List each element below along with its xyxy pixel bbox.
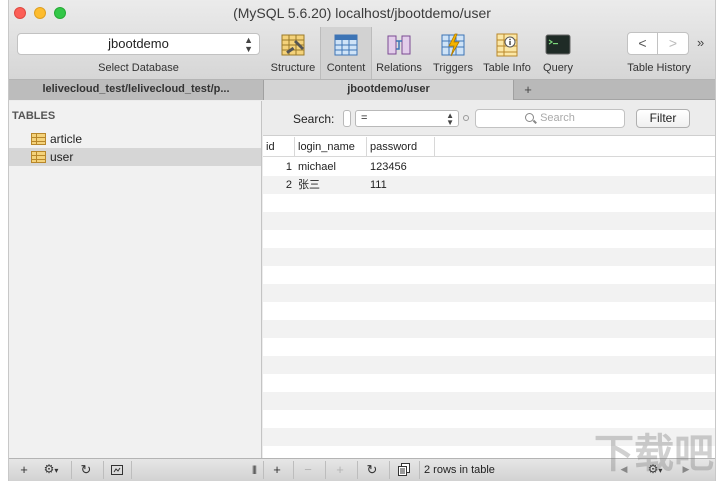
- query-button[interactable]: Query: [536, 27, 580, 79]
- tool-label: Query: [543, 62, 573, 74]
- tool-label: Triggers: [433, 62, 473, 74]
- field-select[interactable]: [343, 110, 351, 127]
- column-header-login-name[interactable]: login_name: [295, 137, 367, 157]
- filter-options-icon[interactable]: [463, 115, 469, 121]
- titlebar: (MySQL 5.6.20) localhost/jbootdemo/user …: [9, 0, 715, 80]
- database-select-label: Select Database: [98, 62, 179, 74]
- table-row[interactable]: 1 michael 123456: [263, 158, 715, 176]
- watermark-logo: 下载吧: [594, 431, 714, 477]
- tab-lelivecloud[interactable]: lelivecloud_test/lelivecloud_test/p...: [9, 80, 264, 100]
- divider: [357, 461, 358, 479]
- table-icon: [31, 133, 46, 145]
- operator-value: =: [361, 112, 368, 124]
- table-history-label: Table History: [627, 62, 691, 74]
- grid-stripes: [263, 158, 715, 458]
- divider: [71, 461, 72, 479]
- content-button[interactable]: Content: [320, 27, 372, 79]
- query-icon: [545, 34, 571, 55]
- divider: [263, 461, 264, 479]
- divider: [131, 461, 132, 479]
- structure-icon: [281, 34, 305, 56]
- refresh-rows-button[interactable]: ↻: [361, 459, 383, 481]
- refresh-tables-button[interactable]: ↻: [75, 459, 97, 481]
- cell-id[interactable]: 2: [263, 176, 295, 194]
- grid-header: id login_name password: [263, 137, 715, 157]
- select-arrows-icon: ▲ ▼: [244, 35, 253, 54]
- table-actions-button[interactable]: ⚙▾: [37, 459, 65, 481]
- table-info-button[interactable]: Table Info: [480, 27, 534, 79]
- tab-bar: lelivecloud_test/lelivecloud_test/p... j…: [9, 80, 715, 100]
- tables-sidebar: TABLES article user: [9, 101, 262, 458]
- tool-label: Relations: [376, 62, 422, 74]
- chevron-down-icon: ▾: [54, 466, 59, 475]
- add-tab-button[interactable]: +: [514, 80, 542, 100]
- tab-jbootdemo-user[interactable]: jbootdemo/user: [264, 80, 514, 100]
- database-select-value: jbootdemo: [108, 36, 169, 51]
- cell-password[interactable]: 123456: [367, 158, 407, 176]
- toolbar-overflow-button[interactable]: »: [697, 35, 704, 50]
- duplicate-row-button[interactable]: +: [329, 459, 351, 481]
- divider: [389, 461, 390, 479]
- add-table-button[interactable]: +: [13, 459, 35, 481]
- cell-login-name[interactable]: 张三: [295, 176, 320, 194]
- column-header-password[interactable]: password: [367, 137, 435, 157]
- remove-row-button[interactable]: −: [297, 459, 319, 481]
- copy-icon: [398, 463, 410, 476]
- content-icon: [334, 34, 358, 56]
- tool-label: Structure: [270, 62, 316, 74]
- cell-login-name[interactable]: michael: [295, 158, 336, 176]
- structure-button[interactable]: Structure: [266, 27, 320, 79]
- tool-label: Table Info: [483, 62, 531, 74]
- sidebar-info-icon: [111, 465, 123, 475]
- database-select[interactable]: jbootdemo ▲ ▼: [17, 33, 260, 55]
- operator-select[interactable]: = ▲ ▼: [355, 110, 459, 127]
- tool-label: Content: [326, 62, 366, 74]
- tables-header: TABLES: [12, 110, 56, 122]
- select-arrows-icon: ▲ ▼: [446, 111, 454, 127]
- table-name: article: [50, 132, 83, 146]
- table-item-article[interactable]: article: [9, 130, 261, 148]
- divider: [293, 461, 294, 479]
- search-label: Search:: [293, 112, 335, 126]
- add-row-button[interactable]: +: [266, 459, 288, 481]
- history-forward-button[interactable]: >: [658, 33, 688, 54]
- app-window: (MySQL 5.6.20) localhost/jbootdemo/user …: [8, 0, 716, 481]
- divider: [103, 461, 104, 479]
- filter-button[interactable]: Filter: [636, 109, 690, 128]
- table-name: user: [50, 150, 74, 164]
- cell-password[interactable]: 111: [367, 176, 387, 194]
- content-pane: Search: = ▲ ▼ Search Filter id login_name…: [263, 101, 715, 458]
- toggle-sidebar-button[interactable]: [107, 459, 127, 481]
- table-icon: [31, 151, 46, 163]
- content-grid: id login_name password 1 michael 123456 …: [263, 137, 715, 458]
- filter-bar: Search: = ▲ ▼ Search Filter: [263, 101, 715, 136]
- triggers-button[interactable]: Triggers: [428, 27, 478, 79]
- table-item-user[interactable]: user: [9, 148, 261, 166]
- cell-id[interactable]: 1: [263, 158, 295, 176]
- gear-icon: ⚙: [43, 462, 55, 476]
- window-title: (MySQL 5.6.20) localhost/jbootdemo/user: [233, 5, 491, 21]
- search-input[interactable]: Search: [475, 109, 625, 128]
- table-info-icon: [496, 33, 518, 57]
- search-placeholder: Search: [540, 112, 575, 124]
- row-count-status: 2 rows in table: [424, 464, 495, 476]
- history-navigation: < >: [627, 32, 689, 55]
- search-icon: [525, 113, 535, 122]
- divider: [325, 461, 326, 479]
- column-header-id[interactable]: id: [263, 137, 295, 157]
- table-row[interactable]: 2 张三 111: [263, 176, 715, 194]
- triggers-icon: [441, 33, 465, 57]
- relations-icon: [387, 35, 411, 55]
- export-button[interactable]: [393, 459, 415, 481]
- relations-button[interactable]: Relations: [372, 27, 426, 79]
- history-back-button[interactable]: <: [628, 33, 658, 54]
- split-view-handle[interactable]: |||: [246, 459, 262, 481]
- divider: [419, 461, 420, 479]
